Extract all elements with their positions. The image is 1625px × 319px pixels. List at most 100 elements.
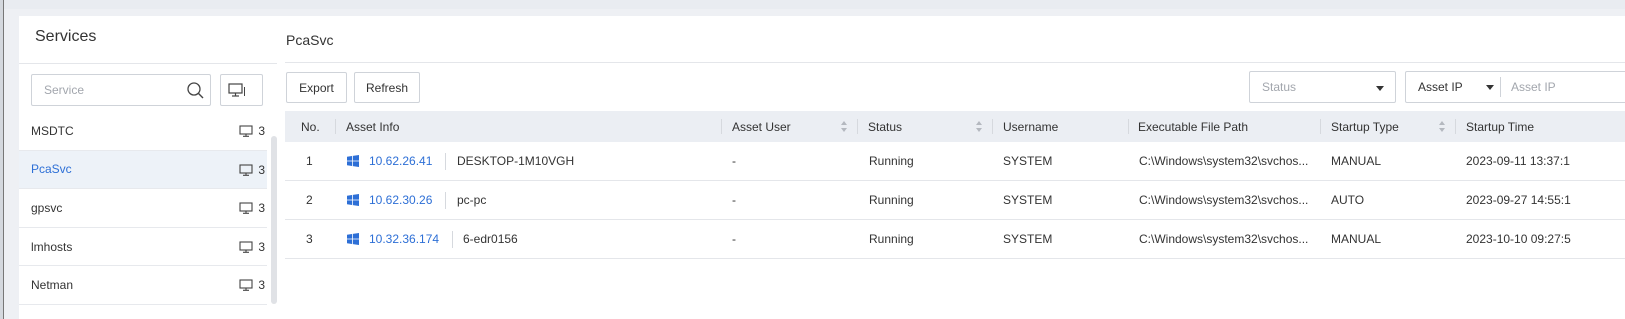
asset-ip-filter: Asset IP Asset IP (1405, 71, 1625, 103)
cell-startup-time: 2023-09-11 13:37:1 (1466, 154, 1570, 168)
column-header-asset-user[interactable]: Asset User (732, 111, 791, 142)
status-filter-placeholder: Status (1262, 80, 1297, 94)
service-asset-count: 3 (239, 240, 265, 254)
column-separator (992, 119, 993, 134)
monitor-icon (239, 202, 253, 215)
cell-startup-time: 2023-09-27 14:55:1 (1466, 193, 1571, 207)
column-header-startup-time: Startup Time (1466, 119, 1535, 134)
cell-status: Running (869, 154, 914, 168)
service-name: MSDTC (31, 123, 74, 138)
services-table: No. Asset Info Asset User Status Usernam… (285, 111, 1625, 259)
service-search-input[interactable] (32, 75, 172, 105)
cell-asset-user: - (732, 232, 736, 246)
table-row: 3 10.32.36.174 6-edr0156 - Running SYSTE… (285, 220, 1625, 259)
cell-executable-path: C:\Windows\system32\svchos... (1139, 232, 1309, 246)
window-edge (0, 0, 4, 319)
cell-no: 1 (306, 154, 313, 168)
service-name: gpsvc (31, 200, 63, 215)
cell-startup-time: 2023-10-10 09:27:5 (1466, 232, 1571, 246)
column-separator (721, 119, 722, 134)
cell-hostname: 6-edr0156 (463, 232, 518, 246)
export-button[interactable]: Export (286, 72, 347, 103)
monitor-icon (228, 83, 245, 97)
windows-icon (347, 233, 359, 245)
cell-asset-user: - (732, 154, 736, 168)
service-count-value: 3 (258, 278, 265, 293)
top-strip (0, 0, 1625, 9)
cell-divider (452, 231, 453, 248)
cell-startup-type: AUTO (1331, 193, 1365, 207)
cell-divider (445, 192, 446, 209)
column-separator (335, 119, 336, 134)
cell-status: Running (869, 193, 914, 207)
cell-hostname: pc-pc (457, 193, 487, 207)
title-divider (285, 62, 1625, 63)
chevron-down-icon (1486, 85, 1494, 90)
cell-executable-path: C:\Windows\system32\svchos... (1139, 154, 1309, 168)
refresh-button[interactable]: Refresh (354, 72, 420, 103)
service-search-row (31, 74, 263, 106)
service-item-msdtc[interactable]: MSDTC 3 (19, 112, 267, 151)
cell-executable-path: C:\Windows\system32\svchos... (1139, 193, 1309, 207)
service-name: lmhosts (31, 239, 73, 254)
cell-username: SYSTEM (1003, 154, 1053, 168)
cell-asset-ip-link[interactable]: 10.32.36.174 (369, 220, 439, 258)
service-name: Netman (31, 278, 74, 293)
page-title: PcaSvc (286, 32, 334, 48)
column-separator (1455, 119, 1456, 134)
windows-icon (347, 155, 359, 167)
service-name: PcaSvc (31, 162, 72, 177)
column-header-status[interactable]: Status (868, 111, 902, 142)
column-header-executable-path: Executable File Path (1138, 119, 1249, 134)
cell-startup-type: MANUAL (1331, 232, 1382, 246)
monitor-icon (239, 241, 253, 253)
service-item-gpsvc[interactable]: gpsvc 3 (19, 189, 267, 228)
service-item-lmhosts[interactable]: lmhosts 3 (19, 228, 267, 267)
column-header-startup-type[interactable]: Startup Type (1331, 111, 1399, 142)
service-count-value: 3 (258, 239, 265, 254)
device-filter-button[interactable] (220, 74, 263, 106)
table-row: 1 10.62.26.41 DESKTOP-1M10VGH - Running … (285, 142, 1625, 181)
asset-ip-field-select[interactable]: Asset IP (1406, 72, 1500, 102)
column-separator (857, 119, 858, 134)
cell-username: SYSTEM (1003, 193, 1053, 207)
column-header-asset-info: Asset Info (346, 119, 400, 134)
service-count-value: 3 (258, 124, 265, 138)
table-row: 2 10.62.30.26 pc-pc - Running SYSTEM C:\… (285, 181, 1625, 220)
sort-icon[interactable] (975, 120, 983, 133)
chevron-down-icon (1376, 86, 1384, 91)
cell-username: SYSTEM (1003, 232, 1053, 246)
services-panel: Services MSDTC 3 PcaSv (19, 16, 279, 319)
service-count-value: 3 (258, 201, 265, 216)
column-header-no: No. (301, 119, 320, 134)
search-icon[interactable] (187, 82, 204, 99)
cell-divider (445, 153, 446, 170)
service-search-box (31, 74, 211, 106)
service-asset-count: 3 (239, 201, 265, 215)
sort-icon[interactable] (1438, 120, 1446, 133)
cell-status: Running (869, 232, 914, 246)
service-asset-count: 3 (239, 278, 265, 292)
cell-hostname: DESKTOP-1M10VGH (457, 154, 575, 168)
monitor-icon (239, 125, 253, 137)
service-detail-panel: PcaSvc Export Refresh Status Asset IP As… (277, 16, 1625, 319)
cell-asset-ip-link[interactable]: 10.62.26.41 (369, 142, 432, 180)
column-separator (1320, 119, 1321, 134)
cell-asset-ip-link[interactable]: 10.62.30.26 (369, 181, 432, 219)
sort-icon[interactable] (840, 120, 848, 133)
monitor-icon (239, 279, 253, 292)
windows-icon (347, 194, 359, 206)
cell-no: 2 (306, 193, 313, 207)
service-asset-count: 3 (239, 163, 265, 177)
asset-ip-select-label: Asset IP (1418, 80, 1463, 94)
status-filter-select[interactable]: Status (1249, 71, 1396, 103)
column-header-username: Username (1003, 119, 1059, 134)
cell-startup-type: MANUAL (1331, 154, 1382, 168)
service-item-pcasvc[interactable]: PcaSvc 3 (19, 150, 267, 190)
service-item-netman[interactable]: Netman 3 (19, 266, 267, 305)
monitor-icon (239, 164, 253, 176)
asset-ip-input[interactable]: Asset IP (1501, 80, 1556, 94)
cell-asset-user: - (732, 193, 736, 207)
service-count-value: 3 (258, 162, 265, 177)
service-asset-count: 3 (239, 124, 265, 138)
